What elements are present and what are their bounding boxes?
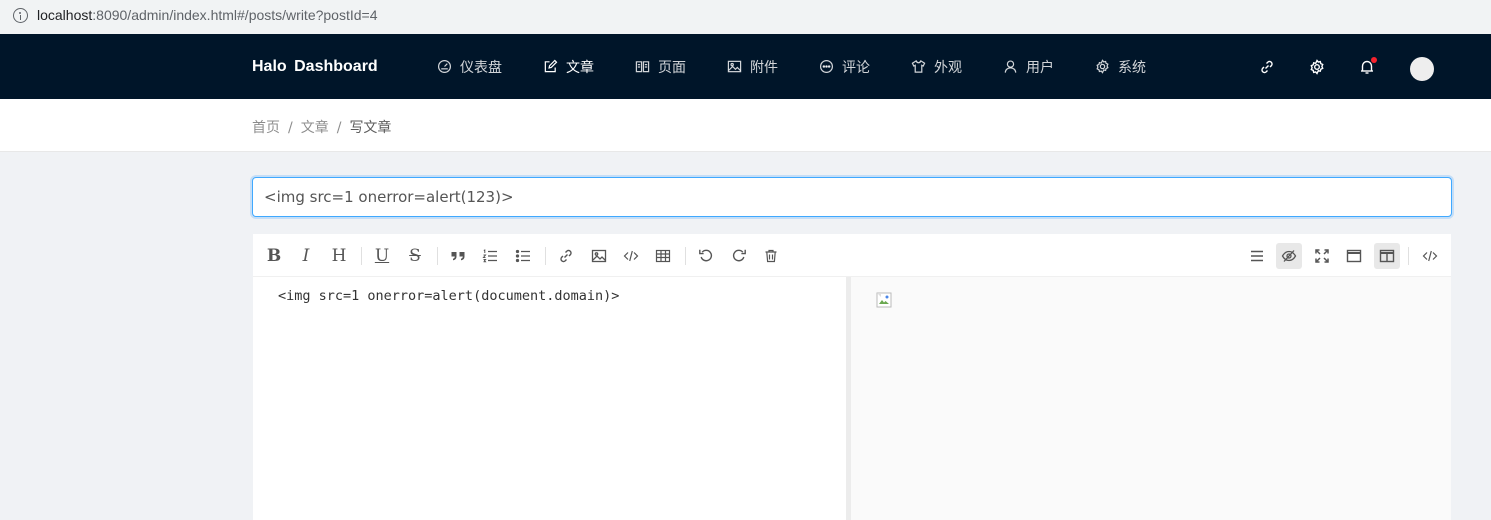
- setting-icon: [1096, 59, 1109, 74]
- undo-icon[interactable]: [693, 243, 719, 269]
- toolbar-divider: [437, 247, 438, 265]
- menu-label: 评论: [842, 59, 870, 76]
- menu-label: 页面: [658, 59, 686, 76]
- preview-icon[interactable]: [1276, 243, 1302, 269]
- broken-image-icon: [876, 292, 892, 308]
- notification-badge: [1371, 57, 1377, 63]
- unordered-list-icon[interactable]: [510, 243, 536, 269]
- quote-icon[interactable]: [445, 243, 471, 269]
- link-icon[interactable]: [553, 243, 579, 269]
- table-icon[interactable]: [650, 243, 676, 269]
- strikethrough-icon[interactable]: S: [402, 243, 428, 269]
- avatar[interactable]: [1410, 57, 1434, 81]
- dashboard-icon: [437, 59, 452, 74]
- navigation-icon[interactable]: [1244, 243, 1270, 269]
- fullscreen-icon[interactable]: [1309, 243, 1335, 269]
- markdown-content[interactable]: <img src=1 onerror=alert(document.domain…: [278, 288, 619, 304]
- bold-icon[interactable]: B: [261, 243, 287, 269]
- image-icon[interactable]: [586, 243, 612, 269]
- menu-item-posts[interactable]: 文章: [543, 34, 594, 99]
- preview-pane: [851, 277, 1451, 520]
- post-title-input[interactable]: [252, 177, 1452, 217]
- picture-icon: [727, 60, 742, 73]
- book-icon: [635, 61, 650, 73]
- browser-url-bar[interactable]: localhost:8090/admin/index.html#/posts/w…: [0, 0, 1491, 34]
- toolbar-divider: [361, 247, 362, 265]
- breadcrumb-separator: /: [336, 120, 342, 136]
- toolbar-divider: [545, 247, 546, 265]
- breadcrumb-current: 写文章: [349, 120, 392, 136]
- italic-icon[interactable]: I: [293, 243, 319, 269]
- url-text[interactable]: localhost:8090/admin/index.html#/posts/w…: [37, 7, 378, 23]
- menu-label: 用户: [1026, 59, 1054, 76]
- menu-item-pages[interactable]: 页面: [635, 34, 686, 99]
- markdown-editor: B I H U S <img src=1 onerror=alert(docum…: [253, 234, 1451, 520]
- skin-icon: [911, 59, 926, 73]
- menu-label: 仪表盘: [460, 59, 502, 76]
- menu-label: 文章: [566, 59, 594, 76]
- menu-item-attachments[interactable]: 附件: [727, 34, 778, 99]
- menu-label: 系统: [1118, 59, 1146, 76]
- code-icon[interactable]: [618, 243, 644, 269]
- menu-item-users[interactable]: 用户: [1003, 34, 1054, 99]
- menu-item-system[interactable]: 系统: [1095, 34, 1146, 99]
- markdown-source-pane[interactable]: <img src=1 onerror=alert(document.domain…: [253, 277, 846, 520]
- breadcrumb-separator: /: [288, 120, 293, 136]
- breadcrumb-home[interactable]: 首页: [252, 120, 280, 136]
- edit-icon: [544, 59, 558, 73]
- trash-icon[interactable]: [758, 243, 784, 269]
- double-column-icon[interactable]: [1374, 243, 1400, 269]
- html-code-icon[interactable]: [1417, 243, 1443, 269]
- menu-item-appearance[interactable]: 外观: [911, 34, 962, 99]
- breadcrumb-posts[interactable]: 文章: [301, 120, 329, 136]
- top-navigation: Halo Dashboard 仪表盘 文章 页面 附件 评论 外观 用户 系统: [0, 34, 1491, 99]
- user-icon: [1004, 60, 1017, 73]
- heading-icon[interactable]: H: [326, 243, 352, 269]
- breadcrumb-bar: 首页 / 文章 / 写文章: [0, 99, 1491, 152]
- editor-toolbar: B I H U S: [253, 234, 1451, 277]
- menu-item-dashboard[interactable]: 仪表盘: [437, 34, 502, 99]
- underline-icon[interactable]: U: [369, 243, 395, 269]
- menu-label: 外观: [934, 59, 962, 76]
- redo-icon[interactable]: [726, 243, 752, 269]
- toolbar-divider: [685, 247, 686, 265]
- ordered-list-icon[interactable]: [477, 243, 503, 269]
- single-column-icon[interactable]: [1341, 243, 1367, 269]
- brand-logo[interactable]: Halo Dashboard: [252, 58, 378, 76]
- link-icon[interactable]: [1259, 59, 1275, 75]
- info-icon[interactable]: [13, 8, 28, 23]
- toolbar-divider: [1408, 247, 1409, 265]
- message-icon: [819, 59, 834, 74]
- gear-icon[interactable]: [1309, 59, 1325, 75]
- breadcrumb: 首页 / 文章 / 写文章: [252, 117, 391, 137]
- menu-item-comments[interactable]: 评论: [819, 34, 870, 99]
- menu-label: 附件: [750, 59, 778, 76]
